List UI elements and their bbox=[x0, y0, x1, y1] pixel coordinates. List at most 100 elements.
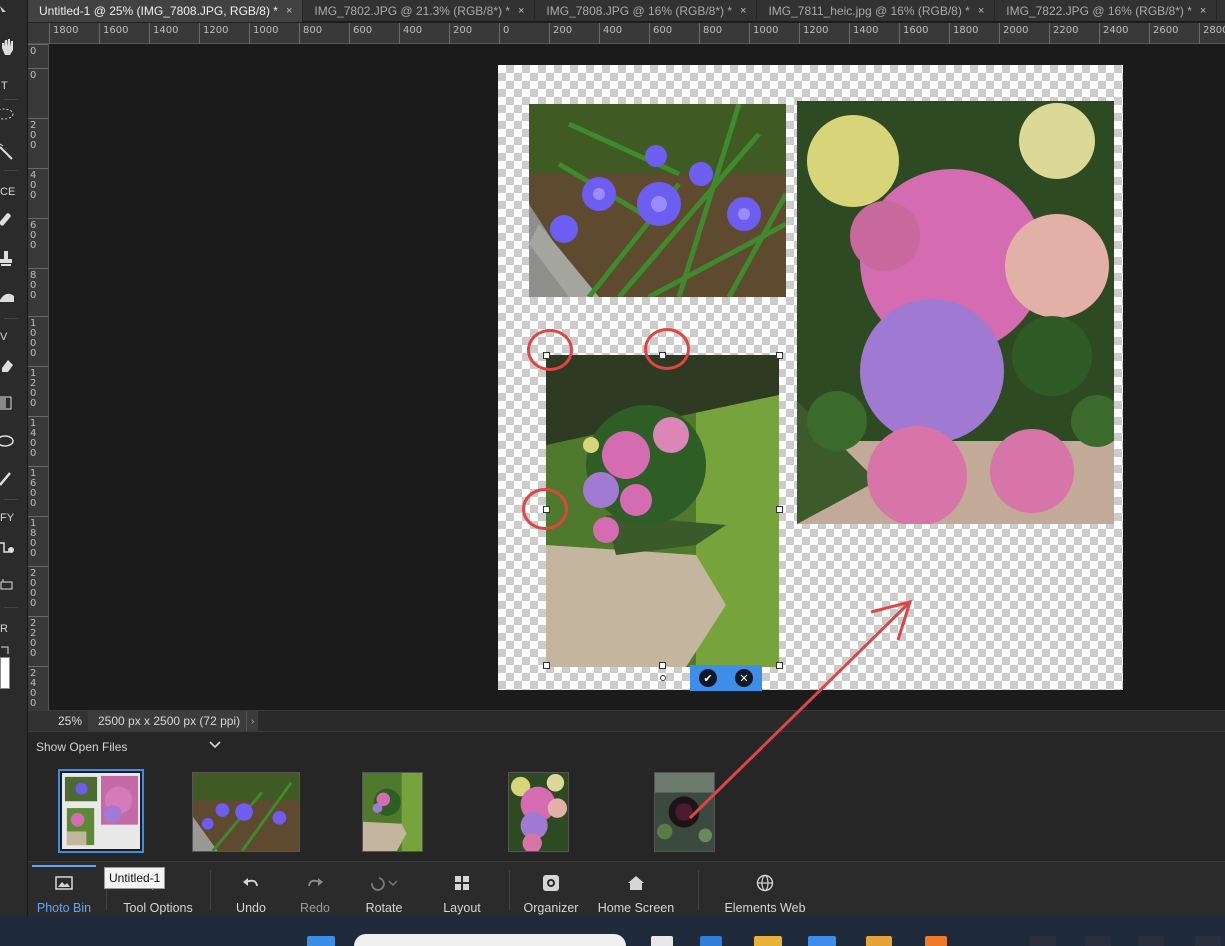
close-tab-icon[interactable]: × bbox=[286, 5, 292, 17]
app-icon[interactable] bbox=[1030, 936, 1056, 946]
ruler-tick-label: 400 bbox=[599, 23, 622, 44]
document-tab[interactable]: IMG_7811_heic.jpg @ 16% (RGB/8) * × bbox=[757, 0, 996, 22]
ruler-tick-label: 8 0 0 bbox=[28, 268, 48, 301]
elements-web-button[interactable]: Elements Web bbox=[721, 862, 809, 917]
ruler-tick-label: 1800 bbox=[949, 23, 978, 44]
windows-start-icon[interactable] bbox=[307, 936, 335, 946]
redo-label: Redo bbox=[300, 901, 330, 915]
transform-handle-bottom-right[interactable] bbox=[776, 662, 783, 669]
view-tool-label[interactable]: V bbox=[0, 327, 27, 347]
close-tab-icon[interactable]: × bbox=[740, 5, 746, 17]
toolbar-divider bbox=[4, 99, 18, 100]
ruler-tick-label: 2 2 0 0 bbox=[28, 616, 48, 659]
ruler-tick-label: 800 bbox=[299, 23, 322, 44]
folder-icon[interactable] bbox=[754, 936, 782, 946]
modify-tool-label[interactable]: FY bbox=[0, 508, 27, 528]
photo-bin-label: Photo Bin bbox=[36, 901, 92, 915]
magic-wand-icon[interactable] bbox=[0, 142, 27, 162]
move-tool-icon[interactable] bbox=[0, 0, 27, 20]
ruler-tick-label: 0 bbox=[28, 44, 48, 57]
close-tab-icon[interactable]: × bbox=[518, 5, 524, 17]
shape-tool-icon[interactable] bbox=[0, 431, 27, 451]
close-tab-icon[interactable]: × bbox=[1200, 5, 1206, 17]
undo-button[interactable]: Undo bbox=[230, 862, 272, 917]
ruler-tick-label: 1800 bbox=[49, 23, 78, 44]
color-tool-label[interactable]: R bbox=[0, 619, 27, 639]
app-icon[interactable] bbox=[651, 936, 673, 946]
clone-stamp-icon[interactable] bbox=[0, 248, 27, 268]
edge-icon[interactable] bbox=[700, 936, 722, 946]
swap-colors-icon[interactable] bbox=[0, 639, 27, 659]
document-tab[interactable]: IMG_7822.JPG @ 16% (RGB/8*) * × bbox=[995, 0, 1218, 22]
thumbnail-img-7811[interactable] bbox=[508, 772, 569, 852]
gradient-icon[interactable] bbox=[0, 393, 27, 413]
commit-check-icon[interactable]: ✔ bbox=[699, 669, 717, 687]
os-search-box[interactable] bbox=[354, 934, 626, 946]
horizontal-ruler: 1800 1600 1400 1200 1000 800 600 400 200 0 200 400 6… bbox=[28, 23, 1225, 44]
organizer-button[interactable]: Organizer bbox=[521, 862, 581, 917]
photo-hydrangea-closeup[interactable] bbox=[797, 101, 1114, 524]
status-menu-arrow-icon[interactable]: › bbox=[246, 711, 259, 731]
rotate-button[interactable]: Rotate bbox=[360, 862, 408, 917]
canvas-workspace[interactable]: ✔ ✕ bbox=[50, 45, 1225, 710]
photo-blue-flowers[interactable] bbox=[529, 104, 786, 297]
document-size: 2500 px x 2500 px (72 ppi) bbox=[88, 711, 247, 731]
layout-label: Layout bbox=[443, 901, 481, 915]
marquee-tool-icon[interactable] bbox=[0, 104, 27, 124]
photo-bin-button[interactable]: Photo Bin bbox=[34, 862, 94, 917]
document-tab[interactable]: IMG_7802.JPG @ 21.3% (RGB/8*) * × bbox=[303, 0, 536, 22]
ruler-tick-label: 2400 bbox=[1099, 23, 1128, 44]
undo-label: Undo bbox=[236, 901, 266, 915]
redo-button[interactable]: Redo bbox=[294, 862, 336, 917]
ruler-tick-label: 800 bbox=[699, 23, 722, 44]
document-tab[interactable]: IMG_7808.JPG @ 16% (RGB/8*) * × bbox=[535, 0, 758, 22]
eye-tool-icon[interactable] bbox=[0, 287, 27, 307]
ruler-tick-label: 600 bbox=[349, 23, 372, 44]
home-screen-button[interactable]: Home Screen bbox=[596, 862, 676, 917]
photo-bin-icon bbox=[53, 872, 75, 894]
chevron-down-icon[interactable] bbox=[208, 738, 222, 752]
telegram-icon[interactable] bbox=[808, 936, 836, 946]
transform-handle-middle-right[interactable] bbox=[776, 506, 783, 513]
foreground-color-swatch[interactable] bbox=[0, 657, 10, 689]
transform-handle-top-right[interactable] bbox=[776, 352, 783, 359]
app-icon[interactable] bbox=[925, 936, 947, 946]
thumbnail-untitled-1[interactable] bbox=[58, 769, 144, 853]
zoom-level[interactable]: 25% bbox=[28, 711, 88, 731]
redo-icon bbox=[304, 872, 326, 894]
toolbar-divider bbox=[4, 499, 18, 500]
app-icon[interactable] bbox=[1138, 936, 1164, 946]
show-open-files-dropdown[interactable]: Show Open Files bbox=[36, 740, 127, 754]
hand-tool-icon[interactable] bbox=[0, 37, 27, 57]
document-tab[interactable]: Untitled-1 @ 25% (IMG_7808.JPG, RGB/8) *… bbox=[28, 0, 304, 22]
ruler-tick-label: 400 bbox=[399, 23, 422, 44]
app-icon[interactable] bbox=[1085, 936, 1111, 946]
type-tool-label[interactable]: T bbox=[0, 76, 27, 96]
ruler-tick-label: 1200 bbox=[199, 23, 228, 44]
eraser-icon[interactable] bbox=[0, 356, 27, 376]
ruler-tick-label: 1 8 0 0 bbox=[28, 516, 48, 559]
crop-gear-icon[interactable] bbox=[0, 538, 27, 558]
toolbar-divider bbox=[4, 318, 18, 319]
pencil-icon[interactable] bbox=[0, 469, 27, 489]
ruler-tick-label: 1400 bbox=[849, 23, 878, 44]
thumbnail-img-7808[interactable] bbox=[362, 772, 423, 852]
document-canvas[interactable] bbox=[498, 65, 1123, 690]
spot-heal-icon[interactable] bbox=[0, 211, 27, 231]
app-icon[interactable] bbox=[1195, 936, 1221, 946]
rotate-handle[interactable] bbox=[660, 675, 666, 681]
toolbar-divider bbox=[4, 170, 18, 171]
recompose-icon[interactable] bbox=[0, 575, 27, 595]
elements-web-label: Elements Web bbox=[724, 901, 806, 915]
close-tab-icon[interactable]: × bbox=[978, 5, 984, 17]
enhance-tool-label[interactable]: CE bbox=[0, 182, 27, 202]
photo-garden-path-selected[interactable] bbox=[546, 355, 779, 667]
app-icon[interactable] bbox=[866, 936, 892, 946]
cancel-x-icon[interactable]: ✕ bbox=[735, 669, 753, 687]
thumbnail-img-7802[interactable] bbox=[192, 772, 300, 852]
layout-button[interactable]: Layout bbox=[438, 862, 486, 917]
transform-handle-bottom-left[interactable] bbox=[543, 662, 550, 669]
ruler-tick-label: 1600 bbox=[99, 23, 128, 44]
transform-handle-bottom-center[interactable] bbox=[659, 662, 666, 669]
thumbnail-img-7822[interactable] bbox=[654, 772, 715, 852]
